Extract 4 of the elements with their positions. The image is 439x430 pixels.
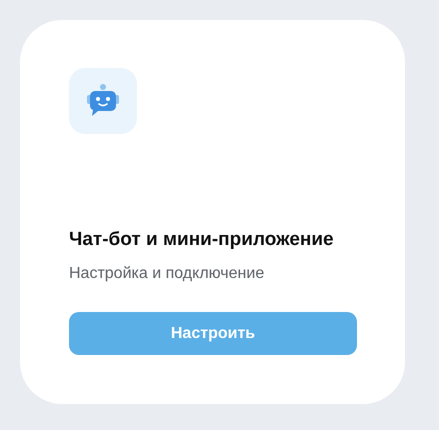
card-title: Чат-бот и мини-приложение <box>69 229 335 251</box>
robot-icon <box>69 68 137 134</box>
card-subtitle: Настройка и подключение <box>69 265 266 283</box>
setup-button[interactable]: Настроить <box>69 312 357 355</box>
